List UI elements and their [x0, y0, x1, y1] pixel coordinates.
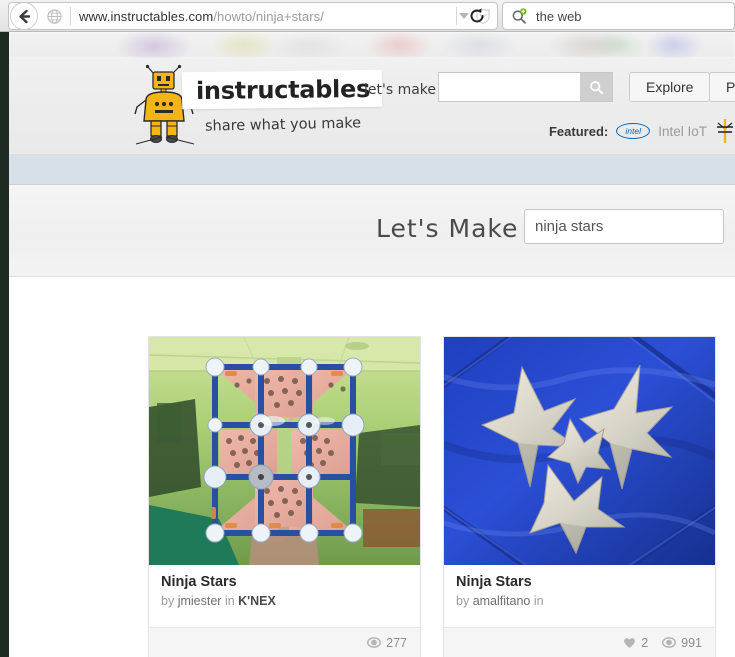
back-button[interactable] — [10, 2, 38, 30]
favorites-stat: 2 — [623, 636, 648, 650]
result-card-title[interactable]: Ninja Stars — [456, 574, 703, 591]
page-title: Let's Make — [376, 214, 519, 243]
page-viewport: instructables share what you make let's … — [0, 32, 735, 657]
result-card-author[interactable]: amalfitano — [473, 594, 531, 608]
search-add-icon — [511, 7, 528, 25]
result-card-footer: 2 991 — [444, 627, 715, 657]
result-card-body: Ninja Stars by amalfitano in — [444, 565, 715, 627]
browser-search-box[interactable]: the web — [502, 2, 735, 30]
intel-logo-icon[interactable]: intel — [616, 123, 651, 139]
header-search-input[interactable] — [439, 73, 580, 101]
result-card-footer: 277 — [149, 627, 420, 657]
site-header: instructables share what you make let's … — [9, 58, 735, 155]
header-search[interactable] — [438, 72, 613, 102]
toolbar-separator — [456, 7, 457, 25]
site-logo-text: instructables — [195, 74, 371, 105]
address-bar[interactable]: www.instructables.com/howto/ninja+stars/ — [8, 2, 498, 30]
url-text: www.instructables.com/howto/ninja+stars/ — [79, 9, 324, 24]
results-grid: Ninja Stars by jmiester in K'NEX 277 Nin… — [9, 278, 735, 657]
result-card[interactable]: Ninja Stars by amalfitano in 2 991 — [443, 336, 716, 657]
views-stat: 991 — [662, 636, 702, 650]
in-prefix: in — [533, 594, 544, 609]
address-bar-divider — [70, 7, 71, 25]
browser-search-value: the web — [536, 8, 582, 24]
views-count: 991 — [681, 635, 702, 650]
publish-button[interactable]: Pub — [709, 72, 735, 102]
screenshot-root: www.instructables.com/howto/ninja+stars/ — [0, 0, 735, 657]
by-prefix: by — [456, 594, 470, 609]
secondary-nav-band — [9, 155, 735, 185]
featured-label: Featured: — [548, 123, 609, 139]
eye-icon — [662, 637, 677, 648]
heart-icon — [624, 637, 636, 648]
explore-button[interactable]: Explore — [629, 72, 711, 102]
favorites-count: 2 — [641, 635, 649, 650]
eye-icon — [367, 637, 382, 648]
site-tagline: share what you make — [204, 115, 362, 135]
views-count: 277 — [386, 635, 407, 650]
by-prefix: by — [161, 594, 175, 609]
search-icon — [589, 80, 603, 94]
header-search-button[interactable] — [580, 73, 612, 101]
result-card-body: Ninja Stars by jmiester in K'NEX — [149, 565, 420, 627]
back-arrow-icon — [18, 9, 30, 23]
result-card-meta: by amalfitano in — [456, 594, 703, 608]
globe-icon — [47, 8, 62, 24]
result-card-meta: by jmiester in K'NEX — [161, 594, 408, 608]
top-banner-strip — [9, 32, 735, 58]
result-card-image[interactable] — [444, 337, 715, 565]
intel-iot-link[interactable]: Intel IoT — [658, 124, 707, 139]
result-card-author[interactable]: jmiester — [178, 594, 222, 608]
url-domain: www.instructables.com — [79, 8, 214, 24]
result-card[interactable]: Ninja Stars by jmiester in K'NEX 277 — [148, 336, 421, 657]
result-card-channel[interactable]: K'NEX — [238, 594, 276, 608]
lets-make-hero: Let's Make — [9, 185, 735, 277]
intel-logo-text: intel — [625, 126, 642, 136]
url-path: /howto/ninja+stars/ — [213, 8, 324, 24]
lets-make-query-input[interactable] — [524, 209, 724, 244]
featured-row: Featured: intel Intel IoT — [549, 119, 735, 143]
autodesk-icon[interactable] — [715, 119, 735, 143]
header-search-label: let's make — [364, 82, 437, 98]
reload-button[interactable] — [466, 5, 488, 27]
in-prefix: in — [224, 594, 235, 609]
browser-toolbar: www.instructables.com/howto/ninja+stars/ — [0, 0, 735, 32]
site-logo[interactable]: instructables — [181, 69, 383, 110]
window-left-edge — [0, 32, 9, 657]
views-stat: 277 — [367, 636, 407, 650]
result-card-image[interactable] — [149, 337, 420, 565]
reload-icon — [470, 8, 484, 23]
result-card-title[interactable]: Ninja Stars — [161, 574, 408, 591]
